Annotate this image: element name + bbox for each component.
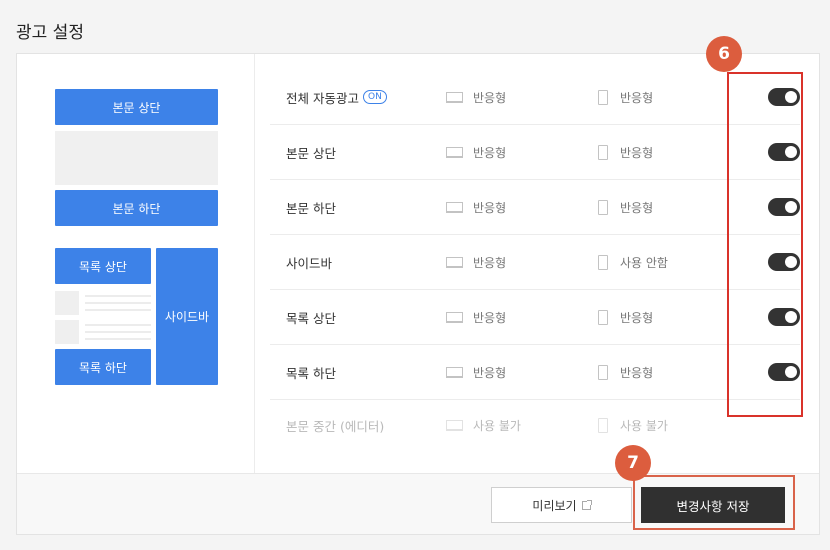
row-label: 목록 상단: [286, 310, 336, 326]
preview-list-line: [85, 324, 151, 326]
preview-body-bottom: 본문 하단: [55, 190, 218, 226]
desktop-icon: [446, 256, 463, 268]
preview-body-content: [55, 131, 218, 185]
mobile-option[interactable]: 사용 안함: [598, 254, 668, 271]
desktop-icon: [446, 91, 463, 103]
desktop-icon: [446, 419, 463, 431]
mobile-option[interactable]: 반응형: [598, 364, 653, 381]
mobile-icon: [598, 364, 608, 380]
preview-body-top: 본문 상단: [55, 89, 218, 125]
pc-option[interactable]: 반응형: [446, 89, 506, 106]
preview-sidebar: 사이드바: [156, 248, 218, 385]
pc-option[interactable]: 반응형: [446, 144, 506, 161]
row-label: 본문 상단: [286, 145, 336, 161]
on-badge: ON: [362, 90, 387, 104]
preview-list-thumb: [55, 320, 79, 344]
row-label: 목록 하단: [286, 365, 336, 381]
pc-option[interactable]: 반응형: [446, 364, 506, 381]
external-link-icon: [581, 499, 592, 510]
setting-row-body-middle: 본문 중간 (에디터) 사용 불가 사용 불가: [270, 400, 800, 450]
row-label: 본문 중간 (에디터): [286, 418, 385, 434]
mobile-option[interactable]: 반응형: [598, 144, 653, 161]
desktop-icon: [446, 146, 463, 158]
setting-row-list-bottom: 목록 하단 반응형 반응형: [270, 345, 800, 400]
pc-option[interactable]: 반응형: [446, 254, 506, 271]
mobile-icon: [598, 309, 608, 325]
desktop-icon: [446, 311, 463, 323]
step-marker-7: 7: [615, 445, 651, 481]
setting-row-body-top: 본문 상단 반응형 반응형: [270, 125, 800, 180]
mobile-icon: [598, 144, 608, 160]
layout-preview: 본문 상단 본문 하단 목록 상단 목록 하단 사이드바: [17, 54, 255, 474]
row-label: 본문 하단: [286, 200, 336, 216]
mobile-option[interactable]: 반응형: [598, 199, 653, 216]
preview-list-bottom: 목록 하단: [55, 349, 151, 385]
preview-list-line: [85, 295, 151, 297]
mobile-icon: [598, 417, 608, 433]
row-label: 사이드바: [286, 255, 333, 271]
setting-row-auto-ads: 전체 자동광고 ON 반응형 반응형: [270, 70, 800, 125]
row-label: 전체 자동광고: [286, 90, 359, 106]
preview-list-line: [85, 338, 151, 340]
preview-button[interactable]: 미리보기: [491, 487, 632, 523]
mobile-option[interactable]: 반응형: [598, 309, 653, 326]
preview-list-line: [85, 302, 151, 304]
pc-option[interactable]: 반응형: [446, 309, 506, 326]
page-title: 광고 설정: [16, 23, 84, 43]
mobile-option[interactable]: 반응형: [598, 89, 653, 106]
mobile-icon: [598, 254, 608, 270]
preview-list-thumb: [55, 291, 79, 315]
mobile-option: 사용 불가: [598, 417, 668, 434]
save-button-highlight: [633, 475, 795, 530]
mobile-icon: [598, 89, 608, 105]
setting-row-sidebar: 사이드바 반응형 사용 안함: [270, 235, 800, 290]
preview-list-line: [85, 331, 151, 333]
preview-list-top: 목록 상단: [55, 248, 151, 284]
step-marker-6: 6: [706, 36, 742, 72]
setting-row-list-top: 목록 상단 반응형 반응형: [270, 290, 800, 345]
mobile-icon: [598, 199, 608, 215]
pc-option[interactable]: 반응형: [446, 199, 506, 216]
preview-button-label: 미리보기: [532, 498, 577, 513]
desktop-icon: [446, 201, 463, 213]
desktop-icon: [446, 366, 463, 378]
toggle-column-highlight: [727, 72, 803, 417]
pc-option: 사용 불가: [446, 417, 521, 434]
preview-list-line: [85, 309, 151, 311]
setting-row-body-bottom: 본문 하단 반응형 반응형: [270, 180, 800, 235]
